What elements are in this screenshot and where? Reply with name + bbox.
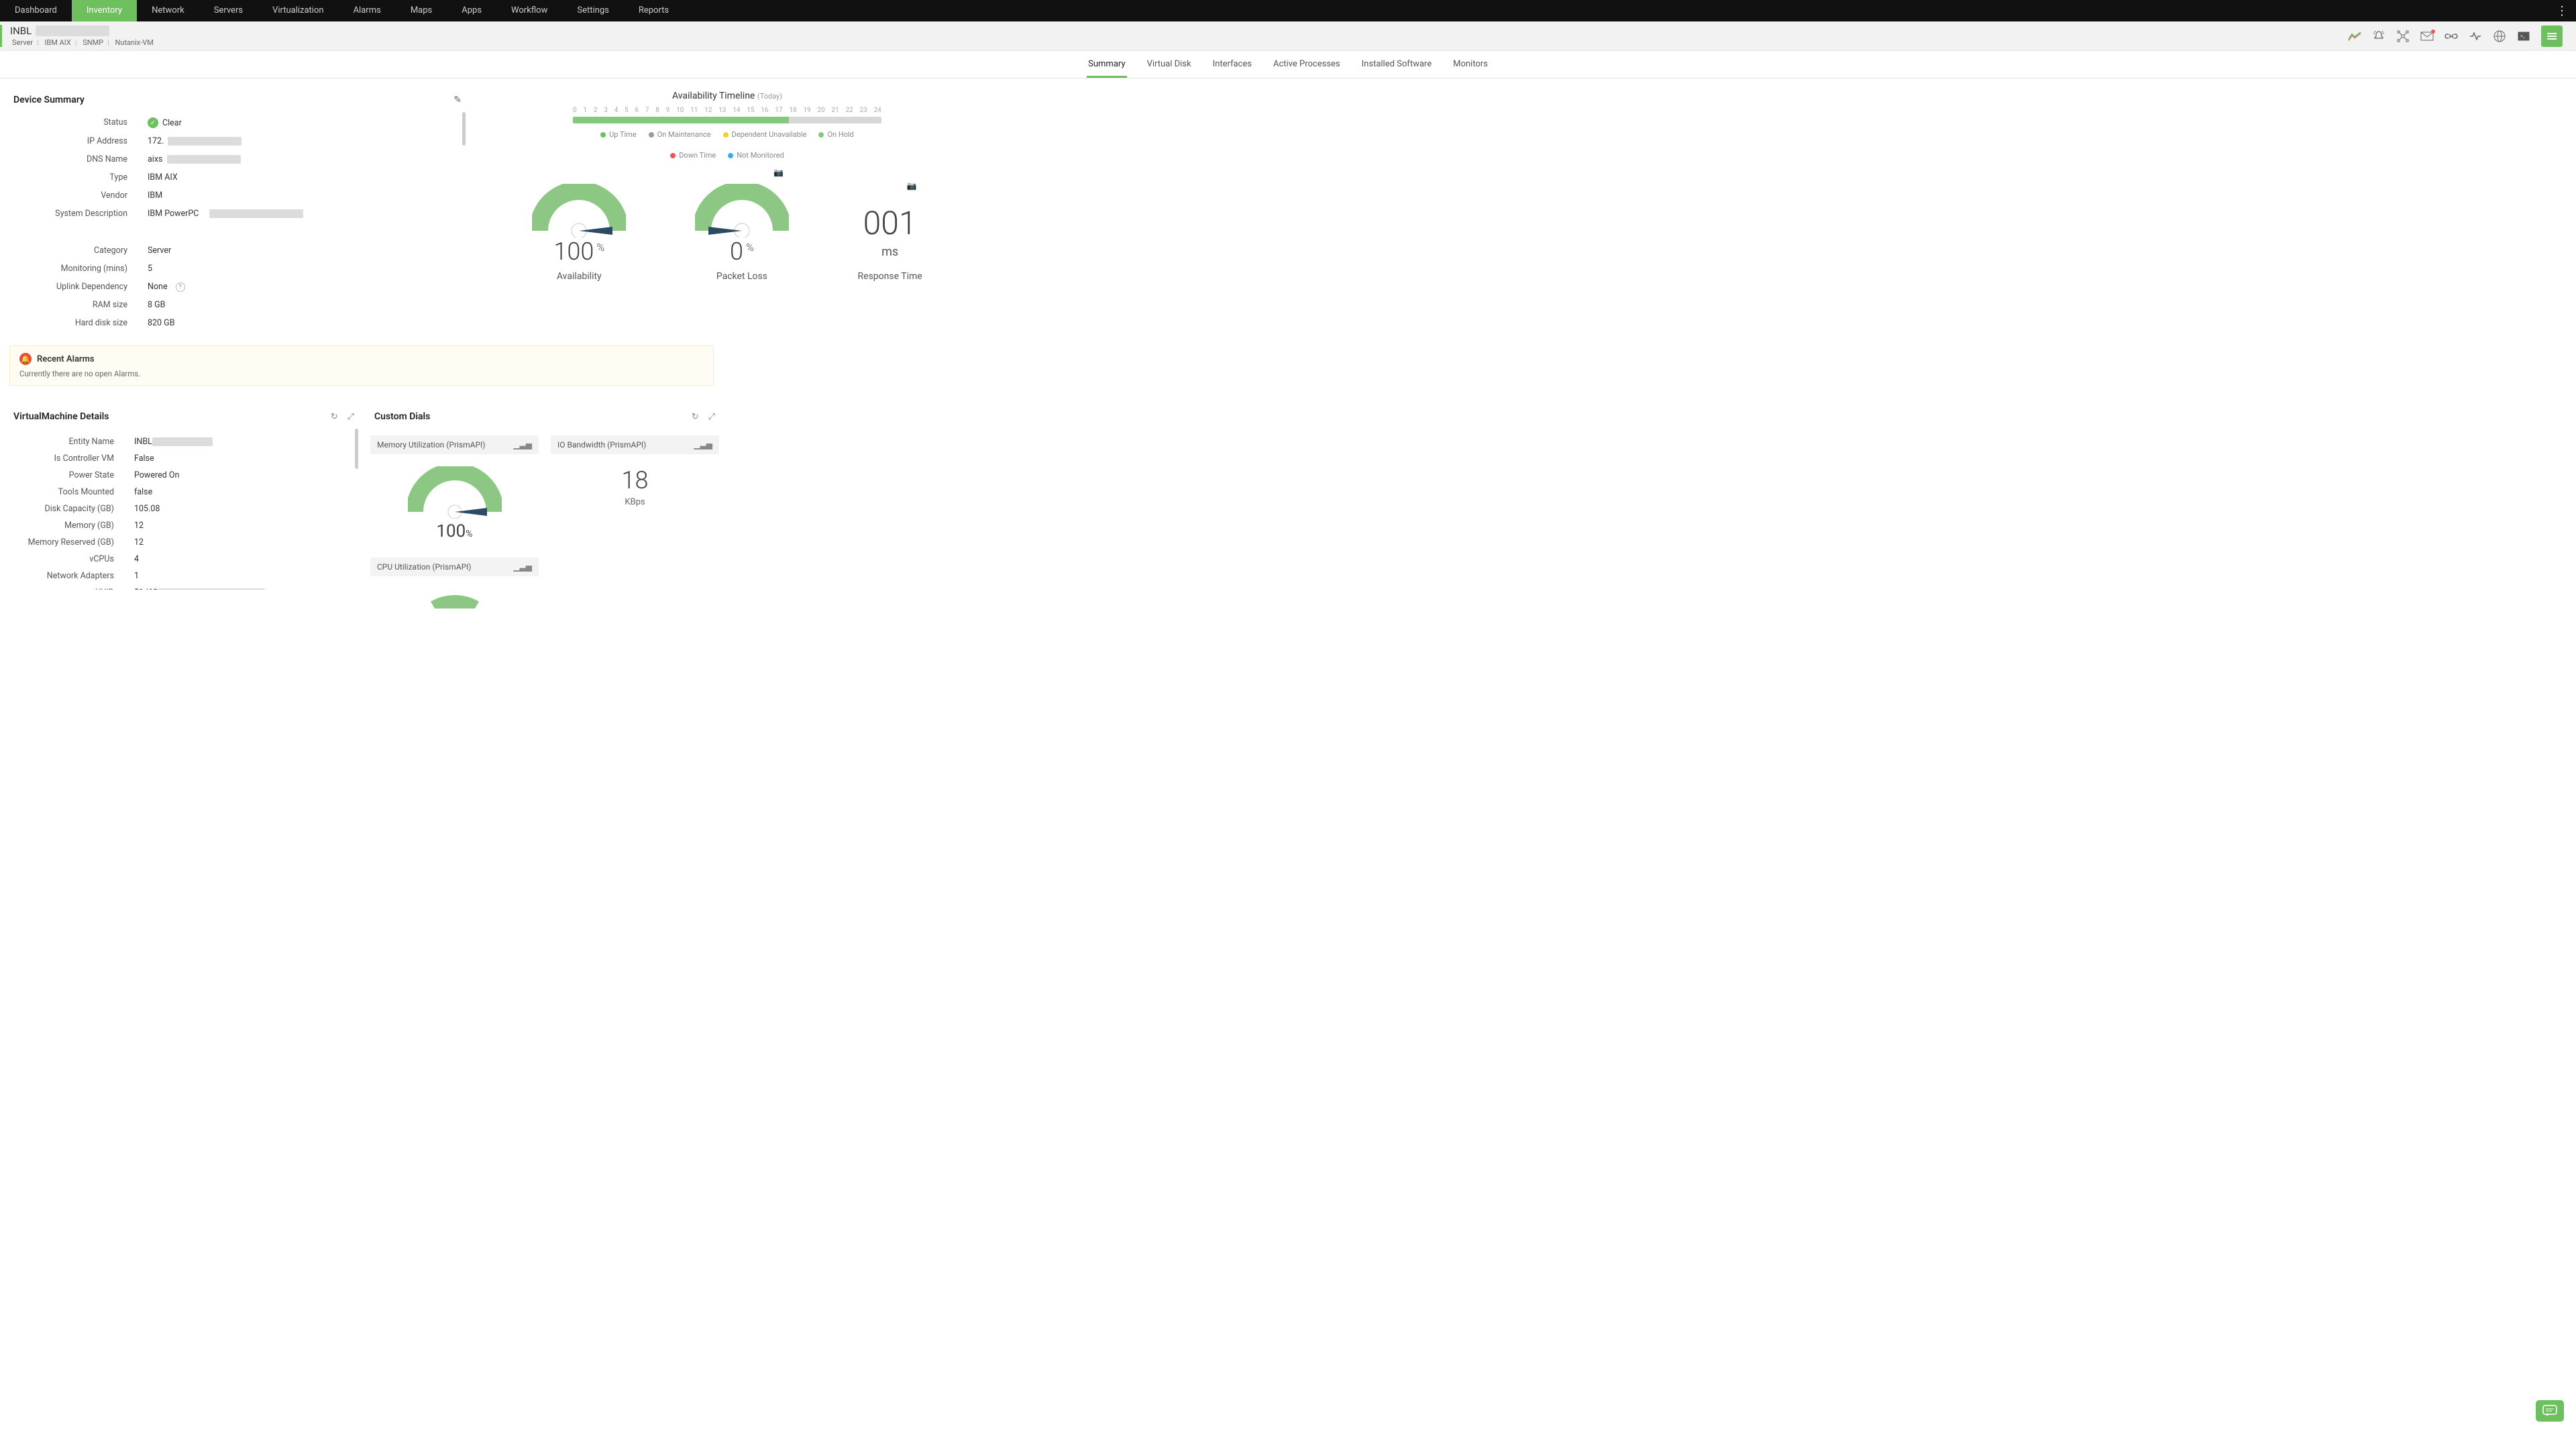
svg-text:>_: >_: [2520, 34, 2526, 39]
link-icon[interactable]: [2445, 30, 2458, 43]
type-value: IBM AIX: [148, 172, 462, 182]
gauge-response-time: 📷 001 ms Response Time: [858, 197, 922, 282]
vm-entity-value: INBL: [134, 437, 354, 447]
nav-servers[interactable]: Servers: [199, 0, 258, 21]
nav-network[interactable]: Network: [137, 0, 199, 21]
sysdesc-value: IBM PowerPC: [148, 209, 462, 219]
device-summary-title: Device Summary: [13, 95, 85, 105]
snapshot-icon[interactable]: 📷: [773, 168, 784, 177]
expand-icon[interactable]: ⤢: [347, 412, 354, 422]
status-value: ✓Clear: [148, 117, 462, 128]
gauge-availability: 100% Availability: [532, 184, 626, 282]
chat-icon[interactable]: [2536, 1400, 2564, 1422]
dial-cpu: CPU Utilization (PrismAPI)▁▃▅: [370, 558, 539, 615]
timeline-uptime-segment: [573, 117, 789, 123]
top-nav: Dashboard Inventory Network Servers Virt…: [0, 0, 2576, 21]
refresh-icon[interactable]: ↻: [692, 412, 699, 422]
subheader: INBL Server| IBM AIX| SNMP| Nutanix-VM >…: [0, 21, 2576, 51]
nav-alarms[interactable]: Alarms: [339, 0, 396, 21]
custom-dials-panel: Custom Dials ↻ ⤢ Memory Utilization (Pri…: [370, 405, 719, 622]
ram-value: 8 GB: [148, 300, 462, 310]
breadcrumb: Server| IBM AIX| SNMP| Nutanix-VM: [10, 38, 156, 47]
chart-icon[interactable]: ▁▃▅: [513, 562, 532, 572]
tab-interfaces[interactable]: Interfaces: [1212, 51, 1253, 78]
scrollbar[interactable]: [462, 112, 466, 146]
availability-title: Availability Timeline (Today): [491, 91, 963, 101]
vm-details-panel: VirtualMachine Details ↻ ⤢ Entity Name I…: [9, 405, 358, 622]
alarms-message: Currently there are no open Alarms.: [19, 369, 704, 378]
snapshot-icon[interactable]: 📷: [907, 181, 917, 191]
chart-icon[interactable]: ▁▃▅: [513, 440, 532, 449]
vendor-value: IBM: [148, 191, 462, 201]
bell-icon[interactable]: [2372, 30, 2385, 43]
nav-virtualization[interactable]: Virtualization: [258, 0, 339, 21]
nav-apps[interactable]: Apps: [447, 0, 496, 21]
more-icon[interactable]: ⋮: [2548, 4, 2576, 18]
timeline-ticks: 0123456789101112131415161718192021222324: [573, 107, 881, 114]
help-icon[interactable]: ?: [176, 282, 185, 292]
availability-panel: Availability Timeline (Today) 0123456789…: [484, 88, 970, 327]
category-value: Server: [148, 246, 462, 256]
chart-icon[interactable]: [2348, 30, 2361, 43]
nav-dashboard[interactable]: Dashboard: [0, 0, 72, 21]
tabs: Summary Virtual Disk Interfaces Active P…: [0, 51, 2576, 78]
chart-icon[interactable]: ▁▃▅: [694, 440, 712, 449]
hamburger-icon[interactable]: [2541, 25, 2563, 47]
device-title-prefix: INBL: [10, 25, 32, 37]
alarm-bell-icon: 🔔: [19, 353, 32, 365]
uplink-value: None?: [148, 282, 462, 292]
device-title-masked: [36, 25, 109, 36]
tab-installed-software[interactable]: Installed Software: [1360, 51, 1433, 78]
timeline-legend: Up TimeOn MaintenanceDependent Unavailab…: [573, 130, 881, 160]
timeline-bar: [573, 117, 881, 123]
edit-icon[interactable]: ✎: [453, 95, 462, 105]
tab-virtual-disk[interactable]: Virtual Disk: [1146, 51, 1193, 78]
hdd-value: 820 GB: [148, 318, 462, 327]
monitoring-value: 5: [148, 264, 462, 274]
tab-active-processes[interactable]: Active Processes: [1272, 51, 1342, 78]
terminal-icon[interactable]: >_: [2517, 30, 2530, 43]
recent-alarms-panel: 🔔 Recent Alarms Currently there are no o…: [9, 346, 714, 386]
device-summary-panel: Device Summary ✎ Status ✓Clear IP Addres…: [9, 88, 466, 327]
nav-reports[interactable]: Reports: [624, 0, 684, 21]
nav-settings[interactable]: Settings: [562, 0, 623, 21]
network-tool-icon[interactable]: [2396, 30, 2410, 43]
gauge-packet-loss: 📷 0% Packet Loss: [695, 184, 789, 282]
vm-uuid-value: 51d62: [134, 588, 354, 590]
nav-maps[interactable]: Maps: [396, 0, 447, 21]
dns-value: aixs: [148, 154, 462, 164]
status-clear-icon: ✓: [148, 117, 158, 128]
nav-inventory[interactable]: Inventory: [72, 0, 137, 21]
nav-workflow[interactable]: Workflow: [496, 0, 562, 21]
tab-monitors[interactable]: Monitors: [1452, 51, 1489, 78]
tab-summary[interactable]: Summary: [1087, 51, 1126, 78]
refresh-icon[interactable]: ↻: [331, 412, 338, 422]
expand-icon[interactable]: ⤢: [708, 412, 715, 422]
dial-memory: Memory Utilization (PrismAPI)▁▃▅ 100%: [370, 435, 539, 545]
dial-io: IO Bandwidth (PrismAPI)▁▃▅ 18 KBps: [551, 435, 719, 545]
ip-value: 172.: [148, 136, 462, 146]
globe-icon[interactable]: [2493, 30, 2506, 43]
activity-icon[interactable]: [2469, 30, 2482, 43]
scrollbar[interactable]: [355, 429, 358, 469]
mail-icon[interactable]: [2420, 30, 2434, 43]
